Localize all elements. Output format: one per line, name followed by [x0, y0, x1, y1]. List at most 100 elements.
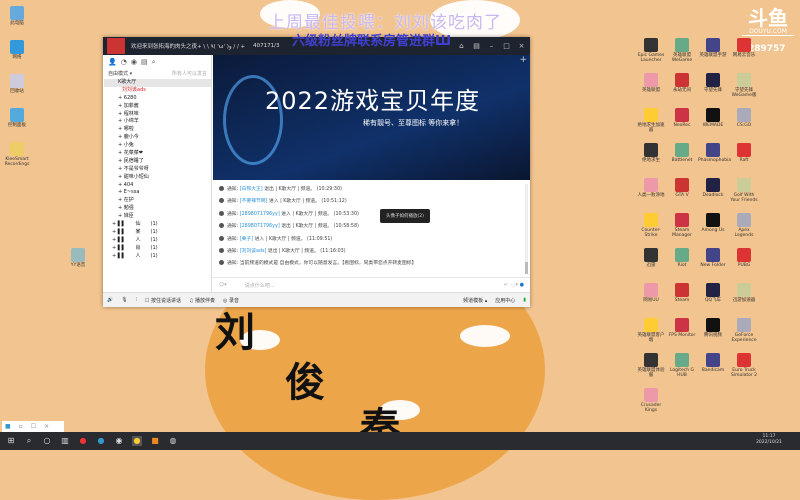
menu-icon[interactable]: ▤ — [472, 42, 481, 51]
app-icon[interactable]: ■ — [150, 436, 160, 446]
minimized-window[interactable]: ■ ▫ ☐ × — [2, 421, 64, 432]
desktop-icon[interactable]: 守望先锋 — [698, 73, 728, 93]
clock-icon[interactable]: ◔ — [121, 58, 127, 67]
desktop-icon[interactable]: 英雄联盟 — [636, 73, 666, 93]
desktop-icon[interactable]: 网易UU — [636, 283, 666, 303]
desktop-icon[interactable]: Euro Truck Simulator 2 — [729, 353, 759, 378]
chat-input[interactable]: 说点什么吧... — [245, 282, 504, 289]
desktop-icon[interactable]: 永劫无间 — [667, 73, 697, 93]
desktop-icon[interactable]: 绝地求生 — [636, 143, 666, 163]
desktop-icon[interactable]: 控制面板 — [2, 108, 32, 128]
speaker-icon[interactable]: 🔊 — [107, 297, 113, 303]
desktop-icon[interactable]: 腾讯视频 — [698, 318, 728, 338]
desktop-icon[interactable]: Deadlock — [698, 178, 728, 198]
user-icon[interactable]: 👤 — [108, 58, 117, 67]
member-item[interactable]: + 6280 — [104, 95, 211, 103]
desktop-icon[interactable]: 迅雷 — [636, 248, 666, 268]
send-icon[interactable]: ↵ — [504, 282, 508, 288]
desktop-icon[interactable]: FPS Monitor — [667, 318, 697, 338]
obs-icon[interactable]: ◍ — [168, 436, 178, 446]
record-button[interactable]: ◎ 录音 — [223, 297, 239, 304]
message-user[interactable]: [2898071796yy] — [240, 224, 280, 229]
message-user[interactable]: [刘刘该ads] — [240, 249, 267, 254]
desktop-icon[interactable]: 英雄联盟体验服 — [636, 353, 666, 378]
task-view-icon[interactable]: ▥ — [60, 436, 70, 446]
message-user[interactable]: [栗子] — [240, 237, 253, 242]
bubble-icon[interactable]: ◌▾ — [511, 282, 518, 288]
desktop-icon[interactable]: 回收站 — [2, 74, 32, 94]
microphone-icon[interactable]: 🎙 — [121, 297, 127, 303]
minimize-icon[interactable]: – — [487, 42, 496, 51]
message-user[interactable]: [白熊大王] — [240, 187, 263, 192]
member-item[interactable]: + 甜味小短仙 — [104, 174, 211, 182]
desktop-icon[interactable]: Apex Legends — [729, 213, 759, 238]
member-item[interactable]: + 小兔 — [104, 142, 211, 150]
desktop-icon[interactable]: 迅游加速器 — [729, 283, 759, 303]
app-icon[interactable]: ● — [96, 436, 106, 446]
desktop-icon[interactable]: NeoRec — [667, 108, 697, 128]
subchannel-item[interactable]: + ▌▌ 仙 (1) — [104, 221, 211, 229]
message-user[interactable]: [不要辣节啊] — [240, 199, 268, 204]
subchannel-item[interactable]: + ▌▌ 人 (1) — [104, 237, 211, 245]
yy-icon[interactable]: ● — [132, 436, 142, 446]
mixer-icon[interactable]: ⫶ — [136, 297, 137, 303]
steam-icon[interactable]: ◉ — [114, 436, 124, 446]
desktop-icon[interactable]: Counter-Strike — [636, 213, 666, 238]
music-button[interactable]: ♫ 播放伴奏 — [189, 297, 215, 304]
promo-banner[interactable]: 2022游戏宝贝年度 稀有靓号、至尊图标 等你来拿！ + — [213, 55, 530, 180]
push-to-talk-button[interactable]: ☐ 按住说话讲话 — [145, 297, 181, 304]
desktop-icon[interactable]: Phasmophobia — [698, 143, 731, 163]
subchannel-item[interactable]: + ▌▌ 人 (1) — [104, 253, 211, 261]
maximize-icon[interactable]: □ — [502, 42, 511, 51]
add-icon[interactable]: + — [519, 55, 527, 65]
desktop-icon[interactable]: CS:GO — [729, 108, 759, 128]
cortana-icon[interactable]: ○ — [42, 436, 52, 446]
desktop-icon[interactable]: Steam Manager — [667, 213, 697, 238]
member-self[interactable]: 刘刘该ads — [104, 87, 211, 95]
desktop-icon[interactable]: GTA V — [667, 178, 697, 198]
desktop-icon[interactable]: Riot — [667, 248, 697, 268]
desktop-icon[interactable]: 此电脑 — [2, 6, 32, 26]
desktop-icon[interactable]: 英雄联盟WeGame — [667, 38, 697, 63]
search-icon[interactable]: ⌕ — [24, 436, 34, 446]
desktop-icon[interactable]: Epic Games Launcher — [636, 38, 666, 63]
desktop-icon[interactable]: Bandicam — [698, 353, 728, 373]
chat-scrollbar[interactable] — [525, 184, 528, 274]
desktop-icon[interactable]: Golf With Your Friends — [729, 178, 759, 203]
member-item[interactable]: + 404 — [104, 182, 211, 190]
member-item[interactable]: + 不是爷爷呀 — [104, 166, 211, 174]
member-item[interactable]: + 民宿睡了 — [104, 158, 211, 166]
desktop-icon[interactable]: 绝地求生加速器 — [636, 108, 666, 133]
desktop-icon[interactable]: 英雄联盟客户端 — [636, 318, 666, 343]
desktop-icon[interactable]: 网易云音乐 — [729, 38, 759, 58]
desktop-icon[interactable]: 人类一败涂地 — [636, 178, 666, 198]
desktop-icon[interactable]: 守望先锋 WeGame版 — [729, 73, 759, 98]
start-icon[interactable]: ⊞ — [6, 436, 16, 446]
desktop-icon[interactable]: Battlenet — [667, 143, 697, 163]
emoji-icon[interactable]: ☺▾ — [219, 282, 227, 288]
message-user[interactable]: [2898071796yy] — [240, 212, 280, 217]
desktop-icon[interactable]: GeForce Experience — [729, 318, 759, 343]
desktop-icon[interactable]: WEMADE — [698, 108, 728, 128]
member-item[interactable]: + 妹臣 — [104, 213, 211, 221]
desktop-icon[interactable]: Crusader Kings — [636, 388, 666, 413]
desktop-icon[interactable]: Logitech G HUB — [667, 353, 697, 378]
netease-music-icon[interactable]: ● — [78, 436, 88, 446]
desktop-icon[interactable]: New Folder — [698, 248, 728, 268]
member-item[interactable]: + 加菲酱 — [104, 103, 211, 111]
desktop-icon[interactable]: Steam — [667, 283, 697, 303]
member-item[interactable]: + 花菜菜❤ — [104, 150, 211, 158]
template-button[interactable]: 频道模板 ▴ — [463, 297, 487, 304]
mic-icon[interactable]: ● — [520, 282, 524, 288]
desktop-icon[interactable]: YY语音 — [63, 248, 93, 268]
channel-header[interactable]: K歌大厅 — [104, 79, 211, 87]
list-icon[interactable]: ▤ — [141, 58, 148, 67]
search-icon[interactable]: ⌕ — [152, 58, 156, 67]
app-center-button[interactable]: 应用中心 — [495, 297, 515, 304]
desktop-icon[interactable]: Among Us — [698, 213, 728, 233]
mode-dropdown[interactable]: 自由模式 ▾ — [108, 70, 132, 77]
subchannel-item[interactable]: + ▌▌ 肖 (1) — [104, 245, 211, 253]
desktop-icon[interactable]: QQ飞车 — [698, 283, 728, 303]
system-clock[interactable]: 11:17 2022/10/21 — [756, 434, 782, 446]
subchannel-item[interactable]: + ▌▌ 某 (1) — [104, 229, 211, 237]
